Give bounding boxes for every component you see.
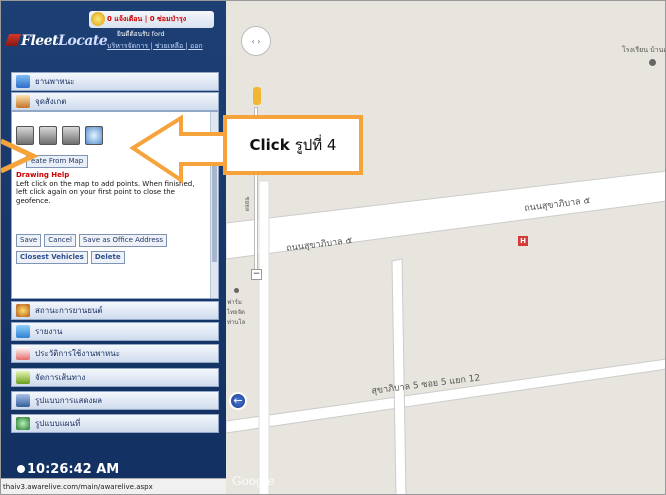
nav-reports[interactable]: รายงาน	[11, 322, 219, 341]
logo-mark-icon	[4, 34, 22, 46]
delete-button[interactable]: Delete	[90, 251, 125, 264]
hospital-icon: H	[518, 236, 528, 246]
map-canvas[interactable]: ‹ › − โรงเรียน บ้านคลองบัว ถนนสุขาภิบาล …	[226, 1, 665, 494]
nav-routes[interactable]: จัดการเส้นทาง	[11, 368, 219, 387]
monitor-icon	[16, 394, 30, 407]
alert-bar[interactable]: 0 แจ้งเตือน | 0 ซ่อมบำรุง	[89, 11, 214, 28]
nav-label: รูปแบบแผนที่	[35, 419, 81, 428]
user-links[interactable]: บริหารจัดการ | ช่วยเหลือ | ออก	[107, 41, 203, 52]
collapse-sidebar-button[interactable]: ←	[229, 392, 247, 410]
save-office-button[interactable]: Save as Office Address	[78, 234, 168, 247]
logo-text-2: Locate	[58, 33, 108, 49]
welcome-text: ยินดีต้อนรับ ford	[117, 30, 165, 38]
left-arrow-icon	[1, 138, 39, 174]
compass-symbols: ‹ ›	[251, 37, 261, 46]
history-icon	[16, 347, 30, 360]
nav-vehicles[interactable]: ยานพาหนะ	[11, 72, 219, 91]
google-logo: Google	[232, 474, 275, 488]
button-row-2: Closest Vehicles Delete	[16, 251, 125, 264]
alert-text: 0 แจ้งเตือน | 0 ซ่อมบำรุง	[107, 15, 187, 23]
clock-text: 10:26:42 AM	[27, 462, 120, 477]
poi-label: ฟาร์มไทยจัด ท่านโล	[227, 299, 246, 326]
route-icon	[16, 371, 30, 384]
report-icon	[16, 325, 30, 338]
zoom-out-button[interactable]: −	[251, 269, 262, 280]
closest-vehicles-button[interactable]: Closest Vehicles	[16, 251, 88, 264]
map-pan-control[interactable]: ‹ ›	[241, 26, 271, 56]
vertical-road	[391, 258, 407, 494]
nav-label: จัดการเส้นทาง	[35, 373, 86, 382]
app-logo: FleetLocate	[4, 33, 108, 49]
alert-coin-icon	[91, 12, 105, 26]
side-road	[226, 358, 665, 434]
truck-icon	[16, 75, 30, 88]
gauge-icon	[16, 304, 30, 317]
school-label: โรงเรียน บ้านคลองบัว	[622, 46, 665, 54]
nav-history[interactable]: ประวัติการใช้งานพาหนะ	[11, 344, 219, 363]
callout-arrows	[1, 114, 231, 184]
callout-rest: รูปที่ 4	[294, 136, 337, 154]
instruction-callout: Click รูปที่ 4	[223, 115, 363, 175]
nav-label: สถานะการยานยนต์	[35, 306, 103, 315]
nav-vehicle-status[interactable]: สถานะการยานยนต์	[11, 301, 219, 320]
nav-label: ประวัติการใช้งานพาหนะ	[35, 349, 120, 358]
callout-text: Click รูปที่ 4	[227, 119, 359, 171]
status-url: thaiv3.awarelive.com/main/awarelive.aspx	[1, 478, 226, 494]
nav-map-style[interactable]: รูปแบบแผนที่	[11, 414, 219, 433]
clock: 10:26:42 AM	[17, 462, 119, 477]
pegman-icon[interactable]	[253, 87, 261, 105]
school-poi-icon	[649, 59, 656, 66]
save-button[interactable]: Save	[16, 234, 42, 247]
nav-label: ยานพาหนะ	[35, 77, 75, 86]
screenshot-frame: 0 แจ้งเตือน | 0 ซ่อมบำรุง FleetLocate ยิ…	[0, 0, 666, 495]
poi-dot-icon	[234, 288, 239, 293]
logo-text-1: Fleet	[21, 33, 59, 49]
left-road	[258, 180, 270, 494]
cancel-button[interactable]: Cancel	[44, 234, 76, 247]
nav-label: รายงาน	[35, 327, 63, 336]
button-row-1: Save Cancel Save as Office Address	[16, 234, 168, 247]
nav-label: รูปแบบการแสดงผล	[35, 396, 103, 405]
pointer-arrow-icon	[129, 114, 231, 184]
nav-display[interactable]: รูปแบบการแสดงผล	[11, 391, 219, 410]
vertical-road-label: ซอยล	[243, 196, 251, 212]
clock-icon	[17, 465, 25, 473]
sidebar: 0 แจ้งเตือน | 0 ซ่อมบำรุง FleetLocate ยิ…	[1, 1, 226, 494]
callout-bold: Click	[249, 136, 290, 154]
globe-icon	[16, 417, 30, 430]
